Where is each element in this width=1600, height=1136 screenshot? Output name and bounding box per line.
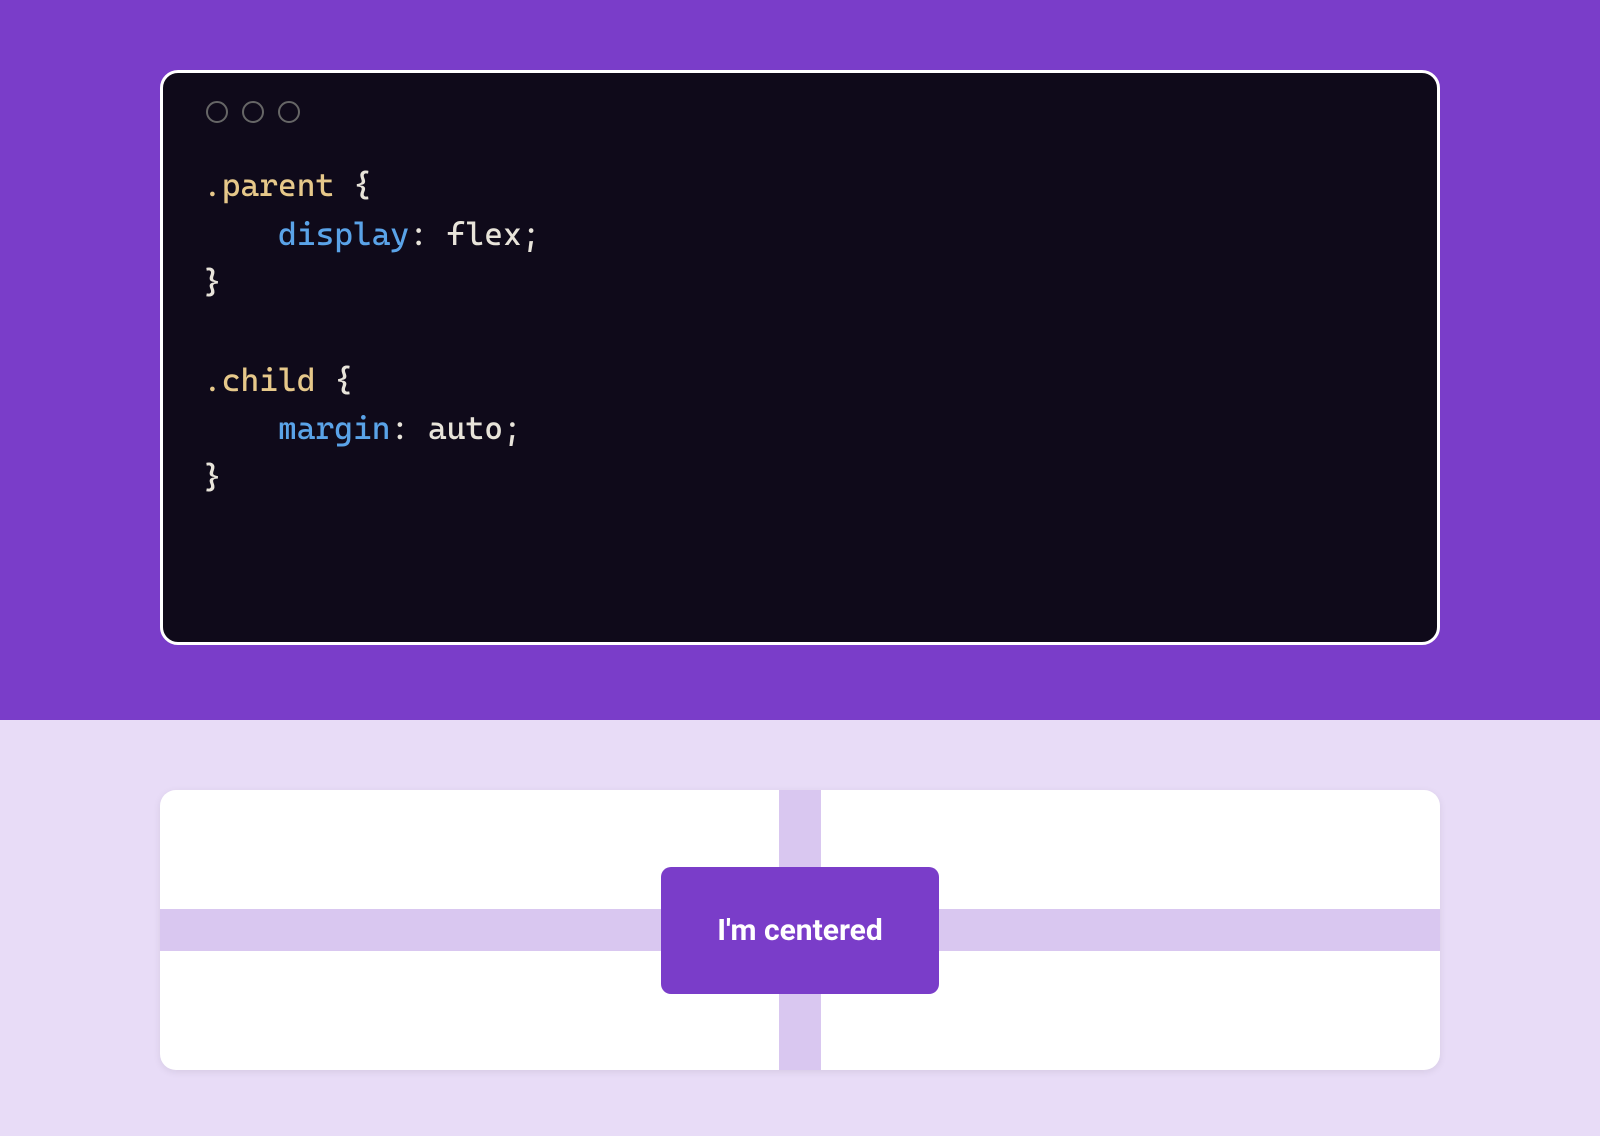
window-traffic-lights [206,101,1397,123]
css-code-block: .parent { display: flex; } .child { marg… [203,161,1397,501]
demo-section: I'm centered [0,720,1600,1070]
code-window: .parent { display: flex; } .child { marg… [160,70,1440,645]
window-dot-icon [242,101,264,123]
demo-parent-box: I'm centered [160,790,1440,1070]
window-dot-icon [206,101,228,123]
demo-child-box: I'm centered [661,867,939,994]
window-dot-icon [278,101,300,123]
code-example-section: .parent { display: flex; } .child { marg… [0,0,1600,720]
centered-label: I'm centered [717,913,883,948]
